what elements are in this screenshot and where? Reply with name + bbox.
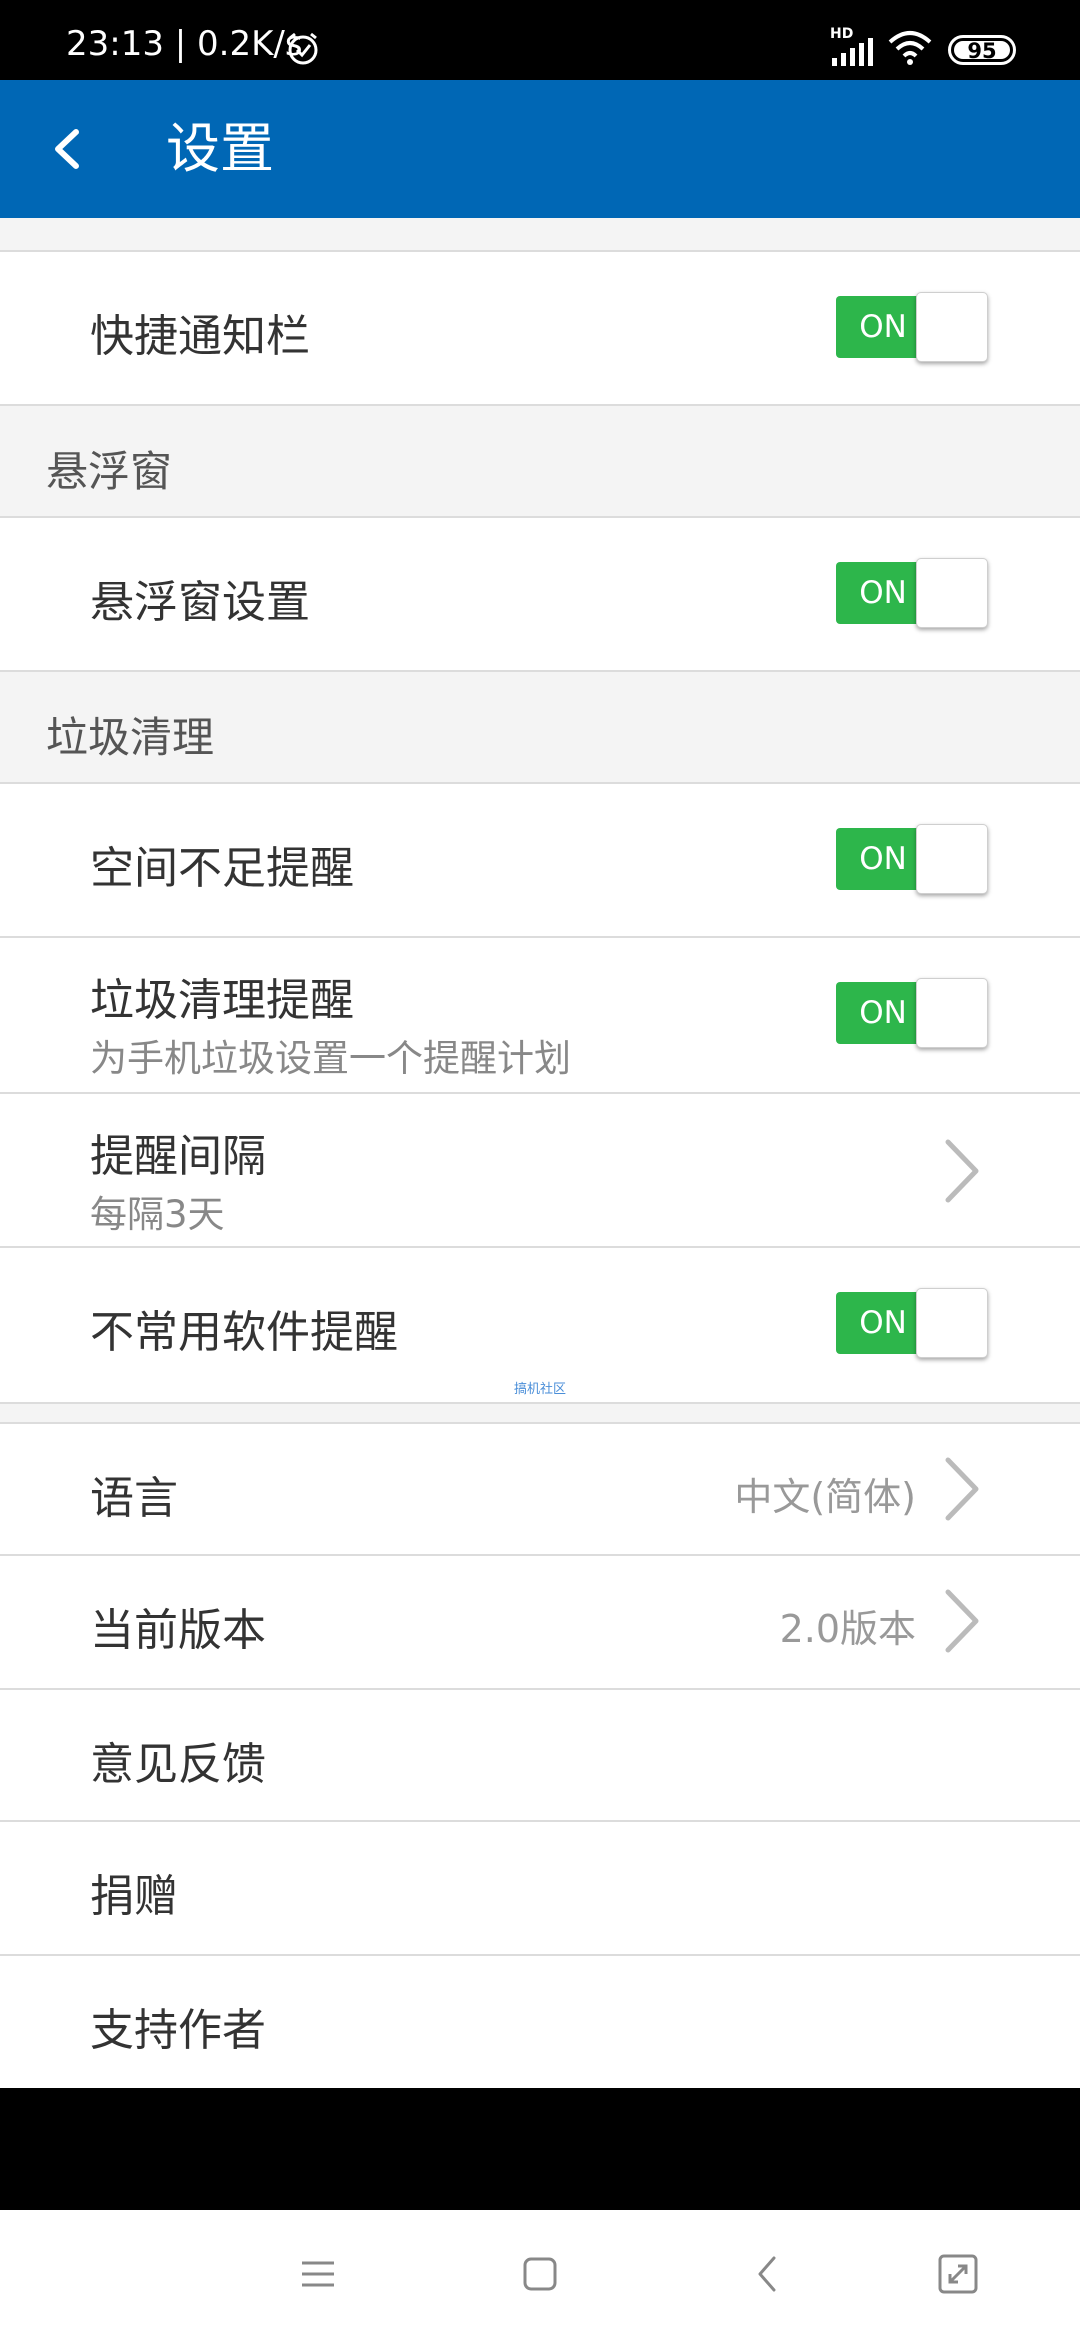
wifi-icon <box>888 31 932 65</box>
chevron-right-icon <box>945 1457 979 1521</box>
toggle-text: ON <box>859 575 907 611</box>
row-label: 垃圾清理提醒 <box>90 975 354 1026</box>
back-arrow-icon[interactable] <box>30 110 108 188</box>
hd-signal-icon: HD <box>830 26 880 66</box>
row-label: 不常用软件提醒 <box>90 1307 398 1358</box>
toggle-text: ON <box>859 1305 907 1341</box>
row-support-author[interactable]: 支持作者 <box>0 1956 1080 2088</box>
chevron-right-icon <box>945 1139 979 1203</box>
row-version[interactable]: 当前版本 2.0版本 <box>0 1556 1080 1690</box>
alarm-icon <box>288 32 318 65</box>
row-floating-settings[interactable]: 悬浮窗设置 ON <box>0 518 1080 672</box>
toggle-knob <box>916 292 988 362</box>
settings-list: 快捷通知栏 ON 悬浮窗 悬浮窗设置 ON 垃圾清理 空间不足提醒 ON 垃圾清… <box>0 218 1080 2088</box>
toggle-text: ON <box>859 995 907 1031</box>
page-title: 设置 <box>166 117 274 180</box>
toggle-unused-app-reminder[interactable]: ON <box>836 1288 988 1358</box>
row-label: 快捷通知栏 <box>90 311 310 362</box>
row-label: 支持作者 <box>90 2005 266 2056</box>
battery-level: 95 <box>967 39 997 63</box>
row-value: 2.0版本 <box>779 1607 916 1651</box>
watermark: 搞机社区 <box>514 1382 567 1397</box>
row-reminder-interval[interactable]: 提醒间隔 每隔3天 <box>0 1094 1080 1248</box>
row-label: 意见反馈 <box>90 1739 266 1790</box>
row-low-space-reminder[interactable]: 空间不足提醒 ON <box>0 784 1080 938</box>
menu-icon[interactable] <box>294 2250 342 2298</box>
row-language[interactable]: 语言 中文(简体) <box>0 1424 1080 1556</box>
toggle-low-space-reminder[interactable]: ON <box>836 824 988 894</box>
row-junk-reminder[interactable]: 垃圾清理提醒 为手机垃圾设置一个提醒计划 ON <box>0 938 1080 1094</box>
back-icon[interactable] <box>744 2250 792 2298</box>
row-label: 空间不足提醒 <box>90 843 354 894</box>
row-label: 语言 <box>90 1473 178 1524</box>
toggle-text: ON <box>859 841 907 877</box>
row-label: 当前版本 <box>90 1605 266 1656</box>
toggle-text: ON <box>859 309 907 345</box>
battery-icon: 95 <box>948 35 1016 65</box>
toggle-floating-settings[interactable]: ON <box>836 558 988 628</box>
row-label: 提醒间隔 <box>90 1131 266 1182</box>
toggle-junk-reminder[interactable]: ON <box>836 978 988 1048</box>
row-quick-notification[interactable]: 快捷通知栏 ON <box>0 252 1080 406</box>
row-value: 中文(简体) <box>734 1475 916 1519</box>
top-spacer <box>0 218 1080 252</box>
section-title: 垃圾清理 <box>46 713 215 762</box>
toggle-knob <box>916 558 988 628</box>
row-donate[interactable]: 捐赠 <box>0 1822 1080 1956</box>
row-subtitle: 为手机垃圾设置一个提醒计划 <box>90 1037 571 1080</box>
chevron-right-icon <box>945 1589 979 1653</box>
row-label: 悬浮窗设置 <box>90 577 310 628</box>
row-subtitle: 每隔3天 <box>90 1193 225 1236</box>
section-spacer <box>0 1404 1080 1424</box>
row-label: 捐赠 <box>90 1871 178 1922</box>
status-bar: 23:13 | 0.2K/s HD 95 <box>0 0 1080 80</box>
screenshot-icon[interactable] <box>934 2250 982 2298</box>
toggle-quick-notification[interactable]: ON <box>836 292 988 362</box>
toggle-knob <box>916 978 988 1048</box>
section-header-floating: 悬浮窗 <box>0 406 1080 518</box>
section-title: 悬浮窗 <box>46 447 173 496</box>
bottom-black-band <box>0 2088 1080 2210</box>
toggle-knob <box>916 1288 988 1358</box>
status-time: 23:13 | 0.2K/s <box>66 24 303 64</box>
section-header-junk: 垃圾清理 <box>0 672 1080 784</box>
toggle-knob <box>916 824 988 894</box>
row-feedback[interactable]: 意见反馈 <box>0 1690 1080 1822</box>
app-bar: 设置 <box>0 80 1080 218</box>
system-nav-bar <box>0 2210 1080 2340</box>
home-icon[interactable] <box>516 2250 564 2298</box>
